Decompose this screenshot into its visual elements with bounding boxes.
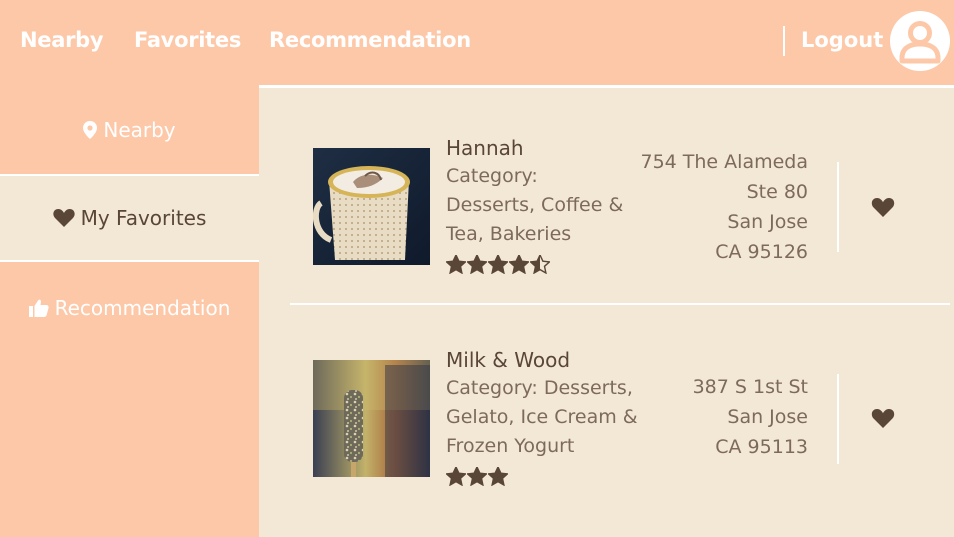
category-line: Frozen Yogurt bbox=[446, 435, 575, 457]
half-star-icon bbox=[530, 255, 550, 274]
heart-icon bbox=[52, 208, 75, 228]
restaurant-card[interactable]: Milk & Wood Category: Desserts, Gelato, … bbox=[290, 332, 950, 512]
sidebar: Nearby My Favorites Recommendation bbox=[0, 85, 259, 537]
list-divider bbox=[290, 303, 950, 305]
restaurant-photo bbox=[313, 148, 430, 265]
top-bar: Nearby Favorites Recommendation Logout bbox=[0, 0, 954, 85]
sidebar-item-label: Nearby bbox=[103, 118, 176, 142]
sidebar-item-label: Recommendation bbox=[54, 296, 231, 320]
restaurant-address: 754 The Alameda Ste 80 San Jose CA 95126 bbox=[640, 147, 808, 267]
restaurant-info: Milk & Wood Category: Desserts, Gelato, … bbox=[446, 346, 646, 486]
address-line: 387 S 1st St bbox=[692, 376, 808, 398]
nav-recommendation-link[interactable]: Recommendation bbox=[269, 28, 471, 52]
restaurant-photo bbox=[313, 360, 430, 477]
star-icon bbox=[509, 255, 529, 274]
favorite-heart-icon[interactable] bbox=[870, 406, 896, 430]
star-icon bbox=[446, 255, 466, 274]
logout-link[interactable]: Logout bbox=[801, 28, 883, 52]
restaurant-card[interactable]: Hannah Category: Desserts, Coffee & Tea,… bbox=[290, 120, 950, 300]
category-line: Category: bbox=[446, 165, 538, 187]
star-icon bbox=[488, 467, 508, 486]
sidebar-item-nearby[interactable]: Nearby bbox=[0, 89, 259, 171]
star-icon bbox=[467, 467, 487, 486]
thumbs-up-icon bbox=[28, 299, 49, 317]
sidebar-item-recommendation[interactable]: Recommendation bbox=[0, 267, 259, 349]
category-line: Category: Desserts, bbox=[446, 377, 633, 399]
star-icon bbox=[446, 467, 466, 486]
nav-favorites-link[interactable]: Favorites bbox=[134, 28, 241, 52]
star-icon bbox=[467, 255, 487, 274]
restaurant-category: Category: Desserts, Gelato, Ice Cream & … bbox=[446, 374, 646, 461]
card-divider bbox=[837, 162, 839, 252]
address-line: CA 95113 bbox=[715, 436, 808, 458]
map-pin-icon bbox=[83, 121, 98, 139]
address-line: San Jose bbox=[727, 406, 808, 428]
category-line: Gelato, Ice Cream & bbox=[446, 406, 638, 428]
category-line: Tea, Bakeries bbox=[446, 223, 572, 245]
address-line: 754 The Alameda bbox=[640, 151, 808, 173]
sidebar-item-label: My Favorites bbox=[80, 206, 207, 230]
nav-nearby-link[interactable]: Nearby bbox=[20, 28, 104, 52]
star-rating bbox=[446, 255, 646, 274]
star-icon bbox=[488, 255, 508, 274]
card-divider bbox=[837, 374, 839, 464]
category-line: Desserts, Coffee & bbox=[446, 194, 624, 216]
restaurant-name: Milk & Wood bbox=[446, 348, 571, 372]
favorite-heart-icon[interactable] bbox=[870, 195, 896, 219]
restaurant-info: Hannah Category: Desserts, Coffee & Tea,… bbox=[446, 134, 646, 274]
restaurant-address: 387 S 1st St San Jose CA 95113 bbox=[693, 372, 808, 462]
top-divider bbox=[783, 26, 785, 56]
restaurant-category: Category: Desserts, Coffee & Tea, Bakeri… bbox=[446, 162, 646, 249]
sidebar-item-my-favorites[interactable]: My Favorites bbox=[0, 174, 259, 262]
restaurant-name: Hannah bbox=[446, 136, 524, 160]
address-line: CA 95126 bbox=[715, 241, 808, 263]
user-avatar-icon[interactable] bbox=[890, 11, 950, 71]
address-line: Ste 80 bbox=[746, 181, 808, 203]
address-line: San Jose bbox=[727, 211, 808, 233]
star-rating bbox=[446, 467, 646, 486]
